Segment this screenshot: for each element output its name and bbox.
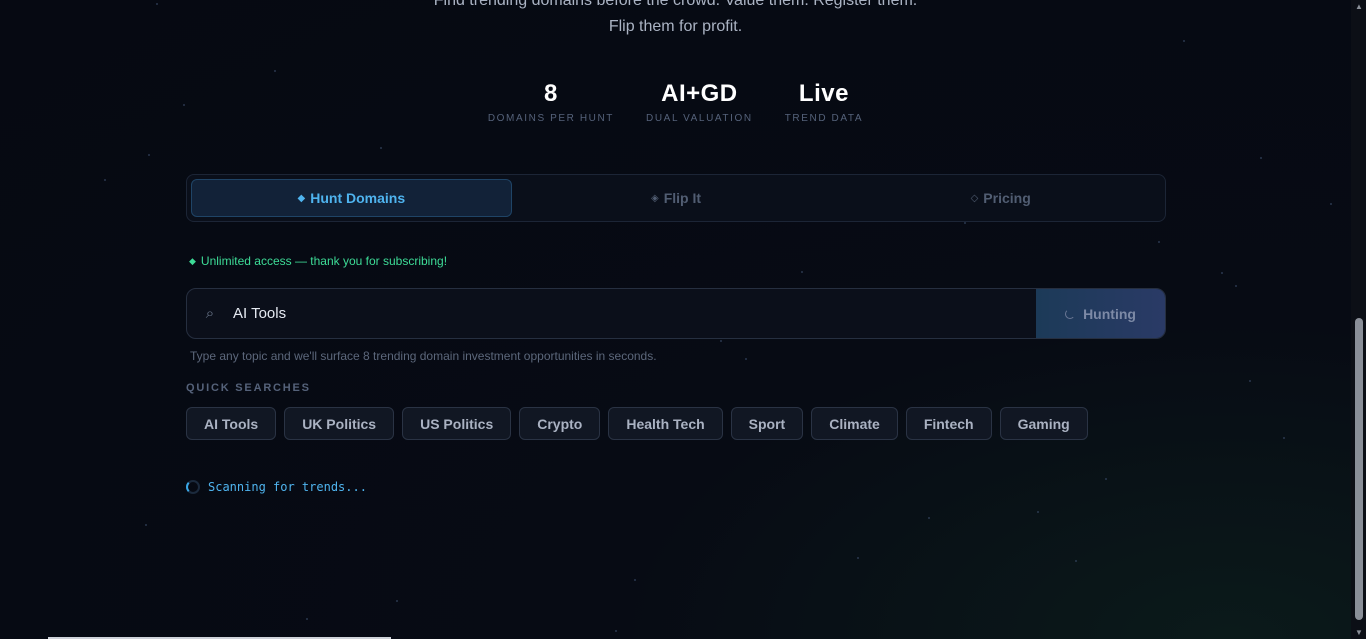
tab-label: Pricing (983, 190, 1031, 206)
stat-label: DUAL VALUATION (646, 113, 753, 124)
stat-domains-per-hunt: 8 DOMAINS PER HUNT (488, 80, 614, 124)
stat-value: AI+GD (661, 80, 738, 107)
diamond-outline-icon: ◇ (970, 192, 979, 204)
stat-trend-data: Live TREND DATA (785, 80, 863, 124)
hero-tagline-continued: Flip them for profit. (608, 18, 743, 35)
tab-label: Flip It (663, 190, 702, 206)
loading-spinner-icon (1065, 308, 1076, 319)
scroll-down-arrow-icon[interactable]: ▼ (1355, 628, 1363, 637)
search-bar: ⌕ Hunting (186, 288, 1166, 339)
quick-search-chip-crypto[interactable]: Crypto (519, 407, 601, 440)
scrollbar-thumb[interactable] (1355, 318, 1363, 620)
stat-label: DOMAINS PER HUNT (487, 113, 615, 124)
quick-search-chip-fintech[interactable]: Fintech (905, 407, 992, 440)
stat-value: Live (798, 80, 849, 107)
search-icon: ⌕ (205, 305, 215, 322)
hunt-button[interactable]: Hunting (1036, 289, 1165, 338)
search-helper-text: Type any topic and we'll surface 8 trend… (190, 349, 657, 363)
tab-pricing[interactable]: ◇ Pricing (840, 179, 1161, 217)
scanning-status: Scanning for trends... (186, 480, 367, 494)
quick-search-chips: AI Tools UK Politics US Politics Crypto … (186, 407, 1088, 440)
quick-search-chip-ai-tools[interactable]: AI Tools (186, 407, 277, 440)
scanning-text: Scanning for trends... (208, 480, 367, 494)
hunt-button-label: Hunting (1083, 305, 1136, 322)
page-scrollbar[interactable]: ▲ ▼ (1351, 0, 1366, 639)
notice-text: Unlimited access — thank you for subscri… (200, 254, 448, 268)
quick-searches-title: QUICK SEARCHES (186, 382, 311, 394)
tab-label: Hunt Domains (310, 190, 406, 206)
stat-dual-valuation: AI+GD DUAL VALUATION (646, 80, 753, 124)
subscription-notice: ◆ Unlimited access — thank you for subsc… (189, 254, 447, 268)
search-input[interactable] (233, 289, 1036, 338)
diamond-filled-icon: ◆ (297, 192, 306, 204)
tab-flip-it[interactable]: ◈ Flip It (516, 179, 837, 217)
main-tabs: ◆ Hunt Domains ◈ Flip It ◇ Pricing (186, 174, 1166, 222)
quick-search-chip-us-politics[interactable]: US Politics (402, 407, 512, 440)
quick-search-chip-health-tech[interactable]: Health Tech (608, 407, 723, 440)
quick-search-chip-climate[interactable]: Climate (811, 407, 898, 440)
stat-label: TREND DATA (784, 113, 864, 124)
hero-tagline: Find trending domains before the crowd. … (433, 0, 918, 9)
stat-value: 8 (544, 80, 558, 107)
quick-search-chip-gaming[interactable]: Gaming (999, 407, 1088, 440)
diamond-dot-icon: ◈ (650, 192, 659, 204)
diamond-icon: ◆ (189, 255, 196, 266)
stats-row: 8 DOMAINS PER HUNT AI+GD DUAL VALUATION … (0, 80, 1351, 124)
quick-search-chip-sport[interactable]: Sport (730, 407, 804, 440)
quick-search-chip-uk-politics[interactable]: UK Politics (284, 407, 395, 440)
scroll-up-arrow-icon[interactable]: ▲ (1355, 2, 1363, 11)
loading-spinner-icon (186, 480, 200, 494)
tab-hunt-domains[interactable]: ◆ Hunt Domains (191, 179, 512, 217)
